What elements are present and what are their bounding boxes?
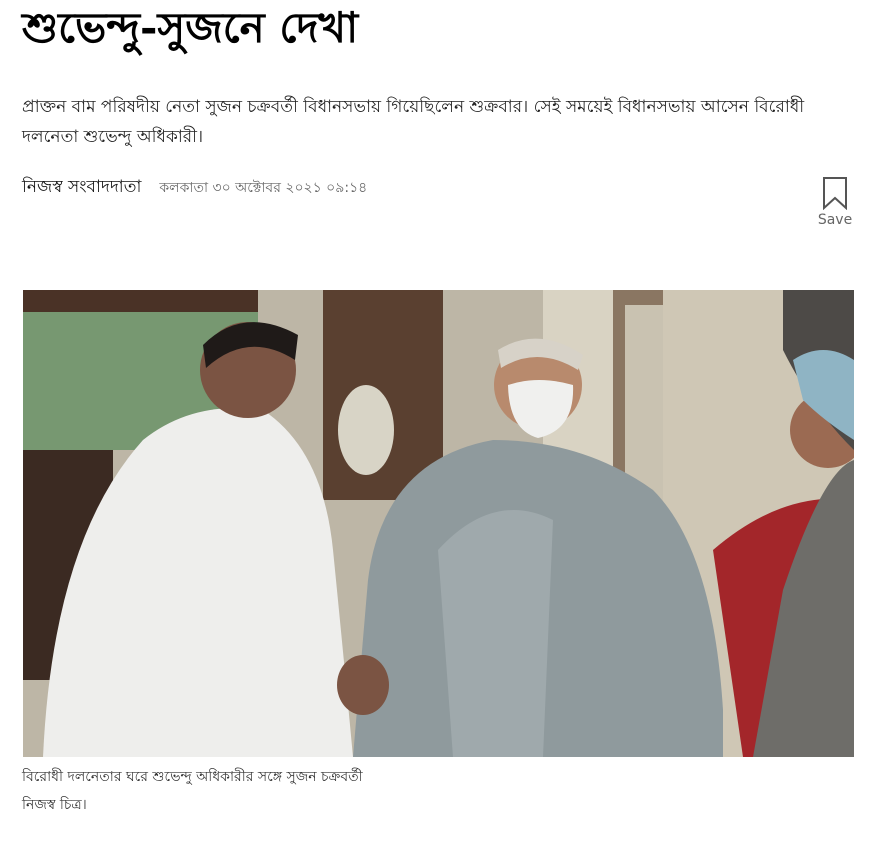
article-photo: [23, 290, 854, 757]
save-label: Save: [817, 212, 853, 228]
save-button[interactable]: Save: [812, 176, 858, 234]
article-subheadline: প্রাক্তন বাম পরিষদীয় নেতা সুজন চক্রবর্ত…: [22, 97, 805, 147]
photo-credit: নিজস্ব চিত্র।: [22, 797, 87, 813]
bookmark-icon: [822, 176, 848, 210]
author-name[interactable]: নিজস্ব সংবাদদাতা: [22, 174, 141, 202]
dateline: কলকাতা ৩০ অক্টোবর ২০২১ ০৯:১৪: [159, 180, 368, 196]
article-headline: শুভেন্দু-সুজনে দেখা: [22, 3, 359, 52]
byline: নিজস্ব সংবাদদাতা কলকাতা ৩০ অক্টোবর ২০২১ …: [22, 174, 367, 204]
photo-caption: বিরোধী দলনেতার ঘরে শুভেন্দু অধিকারীর সঙ্…: [22, 769, 363, 785]
